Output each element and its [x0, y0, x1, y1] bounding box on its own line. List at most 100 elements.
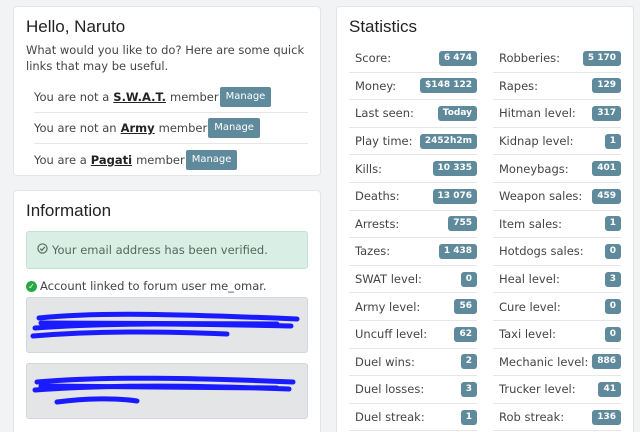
stat-row: Item sales: 1 — [493, 211, 621, 239]
stat-label: Rapes: — [499, 78, 539, 93]
stat-row: Deaths: 13 076 — [349, 183, 477, 211]
stat-label: Tazes: — [355, 244, 391, 259]
stat-value-badge: 0 — [604, 243, 621, 259]
membership-row-swat: You are not a S.W.A.T. member Manage — [34, 82, 308, 113]
stat-value-badge: $148 122 — [420, 78, 477, 94]
membership-prefix: You are not a — [34, 90, 110, 104]
stat-row: Cure level: 0 — [493, 293, 621, 321]
stat-value-badge: 3 — [604, 271, 621, 287]
stat-row: Play time: 2452h2m — [349, 128, 477, 156]
membership-prefix: You are not an — [34, 121, 117, 135]
membership-suffix: member — [170, 90, 219, 104]
email-verified-text: Your email address has been verified. — [52, 243, 268, 257]
stat-label: Kidnap level: — [499, 134, 574, 149]
statistics-title: Statistics — [349, 17, 418, 36]
stat-value-badge: 2 — [460, 354, 477, 370]
welcome-intro: What would you like to do? Here are some… — [26, 43, 305, 73]
stat-label: Item sales: — [499, 216, 563, 231]
stat-label: SWAT level: — [355, 272, 422, 287]
stat-value-badge: 129 — [592, 78, 621, 94]
membership-org-swat[interactable]: S.W.A.T. — [113, 90, 166, 104]
stat-label: Money: — [355, 78, 397, 93]
manage-pagati-button[interactable]: Manage — [185, 149, 238, 170]
check-icon: ✓ — [26, 280, 37, 292]
stat-value-badge: 0 — [604, 326, 621, 342]
stat-value-badge: Today — [437, 105, 477, 121]
stat-label: Deaths: — [355, 189, 400, 204]
stat-row: Last seen: Today — [349, 100, 477, 128]
stat-label: Last seen: — [355, 106, 414, 121]
stat-label: Army level: — [355, 299, 421, 314]
membership-row-pagati: You are a Pagati member Manage — [34, 144, 308, 175]
stat-row: Kidnap level: 1 — [493, 128, 621, 156]
stat-row: Moneybags: 401 — [493, 155, 621, 183]
stat-value-badge: 886 — [592, 354, 621, 370]
stat-row: Duel streak: 1 — [349, 404, 477, 432]
stat-value-badge: 755 — [448, 216, 477, 232]
check-circle-icon — [37, 243, 48, 257]
forum-link-status: ✓ Account linked to forum user me_omar. — [26, 279, 308, 293]
stat-row: Robberies: 5 170 — [493, 45, 621, 73]
redaction-scribble — [30, 311, 300, 339]
stat-value-badge: 1 438 — [438, 243, 477, 259]
stat-row: Tazes: 1 438 — [349, 238, 477, 266]
stat-value-badge: 10 335 — [432, 161, 477, 177]
stat-label: Trucker level: — [499, 382, 576, 397]
statistics-column-right: Robberies: 5 170 Rapes: 129 Hitman level: 3… — [493, 45, 621, 432]
welcome-title: Hello, Naruto — [26, 17, 126, 36]
stat-row: Duel losses: 3 — [349, 376, 477, 404]
stat-row: Army level: 56 — [349, 293, 477, 321]
stat-label: Play time: — [355, 134, 413, 149]
stat-value-badge: 1 — [604, 216, 621, 232]
manage-army-button[interactable]: Manage — [208, 118, 260, 138]
stat-label: Arrests: — [355, 216, 400, 231]
stat-value-badge: 5 170 — [582, 50, 621, 66]
redaction-scribble — [32, 375, 296, 405]
stat-label: Mechanic level: — [499, 354, 589, 369]
stat-value-badge: 401 — [592, 161, 621, 177]
stat-row: Rapes: 129 — [493, 73, 621, 101]
stat-label: Score: — [355, 51, 392, 66]
stat-row: Taxi level: 0 — [493, 321, 621, 349]
stat-label: Robberies: — [499, 51, 561, 66]
stat-row: Kills: 10 335 — [349, 155, 477, 183]
stat-label: Duel losses: — [355, 382, 425, 397]
information-title: Information — [26, 201, 112, 220]
stat-row: Heal level: 3 — [493, 266, 621, 294]
stat-label: Cure level: — [499, 299, 561, 314]
membership-org-army[interactable]: Army — [121, 121, 155, 135]
stat-row: Score: 6 474 — [349, 45, 477, 73]
stat-value-badge: 13 076 — [432, 188, 477, 204]
statistics-grid: Score: 6 474 Money: $148 122 Last seen: Tod… — [349, 45, 621, 432]
stat-label: Moneybags: — [499, 161, 569, 176]
redacted-box — [26, 363, 308, 419]
membership-suffix: member — [136, 152, 185, 167]
forum-link-text: Account linked to forum user me_omar. — [40, 279, 267, 293]
stat-value-badge: 6 474 — [438, 50, 477, 66]
stat-label: Heal level: — [499, 272, 560, 287]
welcome-card: Hello, Naruto What would you like to do?… — [13, 6, 321, 176]
stat-label: Rob streak: — [499, 410, 565, 425]
membership-suffix: member — [158, 121, 208, 135]
manage-swat-button[interactable]: Manage — [219, 87, 272, 107]
stat-row: Hitman level: 317 — [493, 100, 621, 128]
information-card: Information Your email address has been … — [13, 190, 321, 432]
email-verified-alert: Your email address has been verified. — [26, 231, 308, 269]
stat-row: Duel wins: 2 — [349, 349, 477, 377]
stat-row: Rob streak: 136 — [493, 404, 621, 432]
stat-value-badge: 1 — [604, 133, 621, 149]
statistics-column-left: Score: 6 474 Money: $148 122 Last seen: Tod… — [349, 45, 477, 432]
membership-list: You are not a S.W.A.T. member Manage You… — [34, 82, 308, 175]
stat-label: Hitman level: — [499, 106, 576, 121]
stat-value-badge: 0 — [460, 271, 477, 287]
stat-label: Hotdogs sales: — [499, 244, 584, 259]
stat-value-badge: 317 — [592, 105, 621, 121]
membership-org-pagati[interactable]: Pagati — [91, 153, 132, 167]
stat-label: Duel streak: — [355, 410, 425, 425]
stat-row: Weapon sales: 459 — [493, 183, 621, 211]
statistics-card: Statistics Score: 6 474 Money: $148 122 La… — [336, 6, 634, 432]
stat-value-badge: 3 — [460, 381, 477, 397]
membership-prefix: You are a — [34, 152, 87, 167]
stat-value-badge: 136 — [592, 409, 621, 425]
stat-row: Trucker level: 41 — [493, 376, 621, 404]
